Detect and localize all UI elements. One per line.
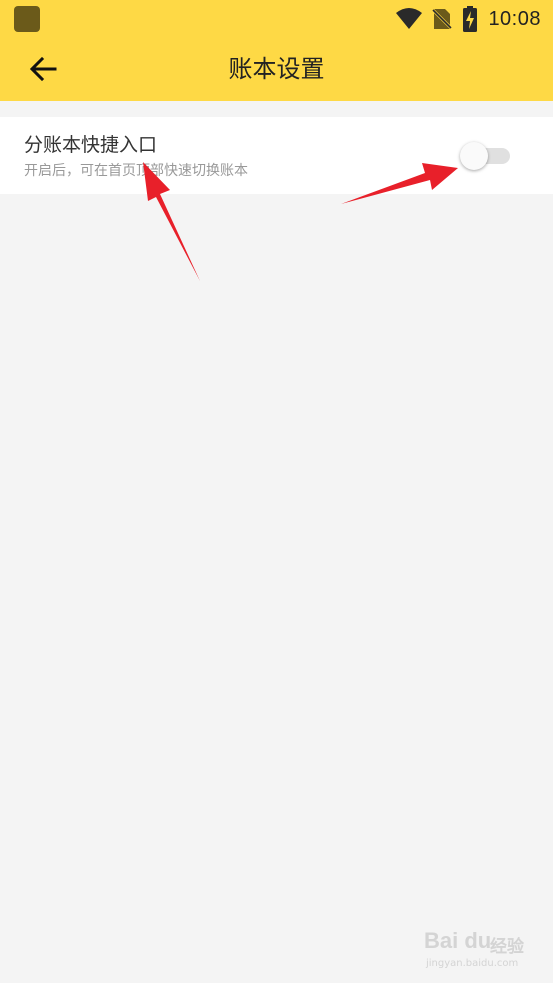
app-notification-icon	[14, 6, 40, 32]
baidu-watermark: Bai du 经验 jingyan.baidu.com	[424, 928, 544, 974]
watermark-logo: Bai du	[424, 928, 492, 953]
app-header: 10:08 账本设置	[0, 0, 553, 101]
watermark-text: 经验	[490, 937, 524, 957]
ledger-shortcut-toggle[interactable]	[460, 142, 510, 170]
battery-charging-icon	[463, 6, 478, 32]
toggle-thumb	[460, 142, 488, 170]
wifi-icon	[396, 8, 423, 29]
status-time: 10:08	[488, 7, 541, 30]
status-icons: 10:08	[396, 5, 541, 33]
watermark-url: jingyan.baidu.com	[426, 958, 519, 969]
no-sim-icon	[432, 8, 453, 30]
setting-title: 分账本快捷入口	[24, 134, 158, 156]
status-bar: 10:08	[0, 0, 553, 38]
setting-subtitle: 开启后，可在首页顶部快速切换账本	[24, 163, 248, 179]
page-title: 账本设置	[228, 55, 325, 83]
